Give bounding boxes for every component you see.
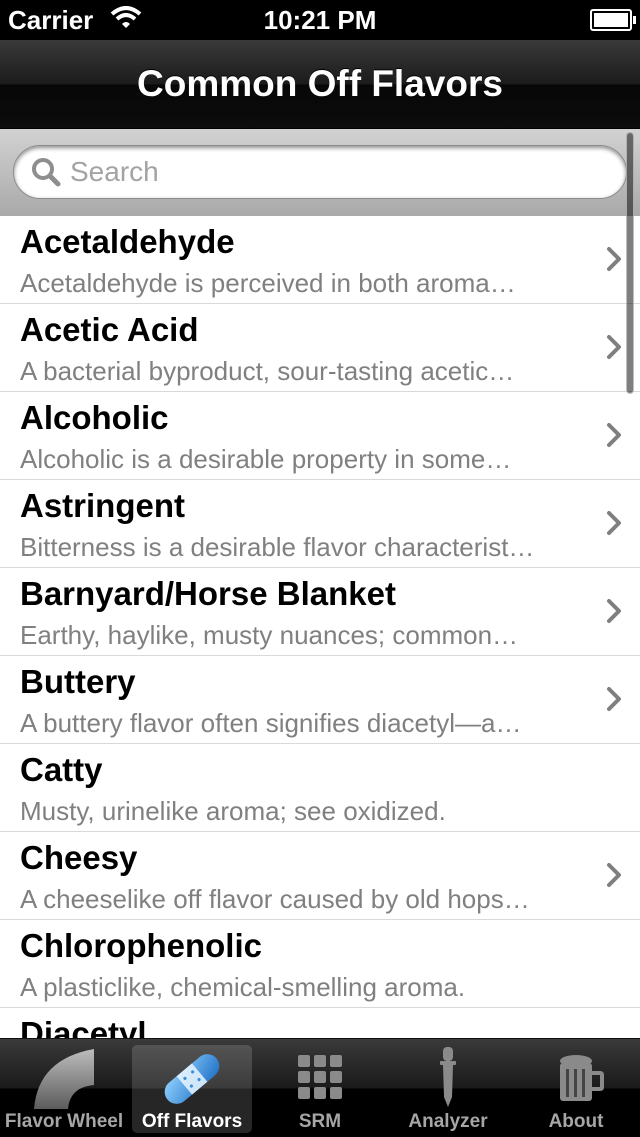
search-input[interactable]: [70, 152, 590, 192]
list-item-title: Diacetyl: [20, 1015, 147, 1038]
list-item[interactable]: Barnyard/Horse Blanket Earthy, haylike, m…: [0, 568, 640, 656]
chevron-right-icon: [606, 510, 622, 541]
list-item-subtitle: A cheeselike off flavor caused by old ho…: [20, 884, 530, 914]
list-item-title: Acetic Acid: [20, 311, 199, 348]
search-icon: [30, 156, 62, 193]
list-item-subtitle: Musty, urinelike aroma; see oxidized.: [20, 796, 446, 826]
navigation-bar: Common Off Flavors: [0, 40, 640, 129]
tab-analyzer[interactable]: Analyzer: [388, 1045, 508, 1133]
chevron-right-icon: [606, 598, 622, 629]
tab-label: Flavor Wheel: [4, 1111, 124, 1132]
list-item-title: Catty: [20, 751, 103, 788]
list-item-subtitle: Acetaldehyde is perceived in both aroma…: [20, 268, 516, 298]
page-title: Common Off Flavors: [137, 63, 503, 104]
list-item-title: Buttery: [20, 663, 136, 700]
tab-label: Off Flavors: [141, 1111, 243, 1132]
list-item: Diacetyl: [0, 1008, 640, 1038]
list-item[interactable]: Astringent Bitterness is a desirable flav…: [0, 480, 640, 568]
off-flavors-list: Acetaldehyde Acetaldehyde is perceived in…: [0, 216, 640, 1038]
list-item-subtitle: A buttery flavor often signifies diacety…: [20, 708, 522, 738]
list-item-title: Astringent: [20, 487, 185, 524]
beer-mug-icon: [516, 1047, 636, 1107]
tab-off-flavors[interactable]: Off Flavors: [132, 1045, 252, 1133]
bandage-icon: [132, 1047, 252, 1107]
clock: 10:21 PM: [263, 5, 377, 35]
list-item: Catty Musty, urinelike aroma; see oxidize…: [0, 744, 640, 832]
grid-icon: [260, 1047, 380, 1107]
list-item-title: Alcoholic: [20, 399, 169, 436]
scroll-indicator[interactable]: [626, 132, 634, 394]
search-bar: [0, 129, 640, 217]
tab-label: SRM: [298, 1111, 342, 1132]
chevron-right-icon: [606, 862, 622, 893]
list-item-subtitle: A bacterial byproduct, sour-tasting acet…: [20, 356, 515, 386]
list-item-subtitle: Earthy, haylike, musty nuances; common…: [20, 620, 519, 650]
tab-flavor-wheel[interactable]: Flavor Wheel: [4, 1045, 124, 1133]
list-item-title: Barnyard/Horse Blanket: [20, 575, 396, 612]
list-item-title: Cheesy: [20, 839, 138, 876]
chevron-right-icon: [606, 334, 622, 365]
list-item[interactable]: Buttery A buttery flavor often signifies …: [0, 656, 640, 744]
search-field[interactable]: [13, 145, 627, 199]
tab-bar: Flavor Wheel Off Flavors SRM Analyzer Ab…: [0, 1038, 640, 1137]
chevron-right-icon: [606, 422, 622, 453]
tab-about[interactable]: About: [516, 1045, 636, 1133]
list-item[interactable]: Cheesy A cheeselike off flavor caused by …: [0, 832, 640, 920]
list-item-title: Acetaldehyde: [20, 223, 235, 260]
list-item-subtitle: Bitterness is a desirable flavor charact…: [20, 532, 535, 562]
flavor-wheel-icon: [4, 1047, 124, 1109]
tab-label: Analyzer: [408, 1111, 488, 1132]
chevron-right-icon: [606, 246, 622, 277]
list-item-title: Chlorophenolic: [20, 927, 262, 964]
list-item-subtitle: Alcoholic is a desirable property in som…: [20, 444, 512, 474]
tab-label: About: [548, 1111, 604, 1132]
list-item[interactable]: Alcoholic Alcoholic is a desirable proper…: [0, 392, 640, 480]
list-item-subtitle: A plasticlike, chemical-smelling aroma.: [20, 972, 466, 1002]
dropper-icon: [388, 1047, 508, 1107]
tab-srm[interactable]: SRM: [260, 1045, 380, 1133]
list-item[interactable]: Acetaldehyde Acetaldehyde is perceived in…: [0, 216, 640, 304]
chevron-right-icon: [606, 686, 622, 717]
list-item[interactable]: Acetic Acid A bacterial byproduct, sour-t…: [0, 304, 640, 392]
battery-icon: [590, 9, 636, 31]
status-bar: Carrier 10:21 PM: [0, 0, 640, 40]
list-item: Chlorophenolic A plasticlike, chemical-sm…: [0, 920, 640, 1008]
